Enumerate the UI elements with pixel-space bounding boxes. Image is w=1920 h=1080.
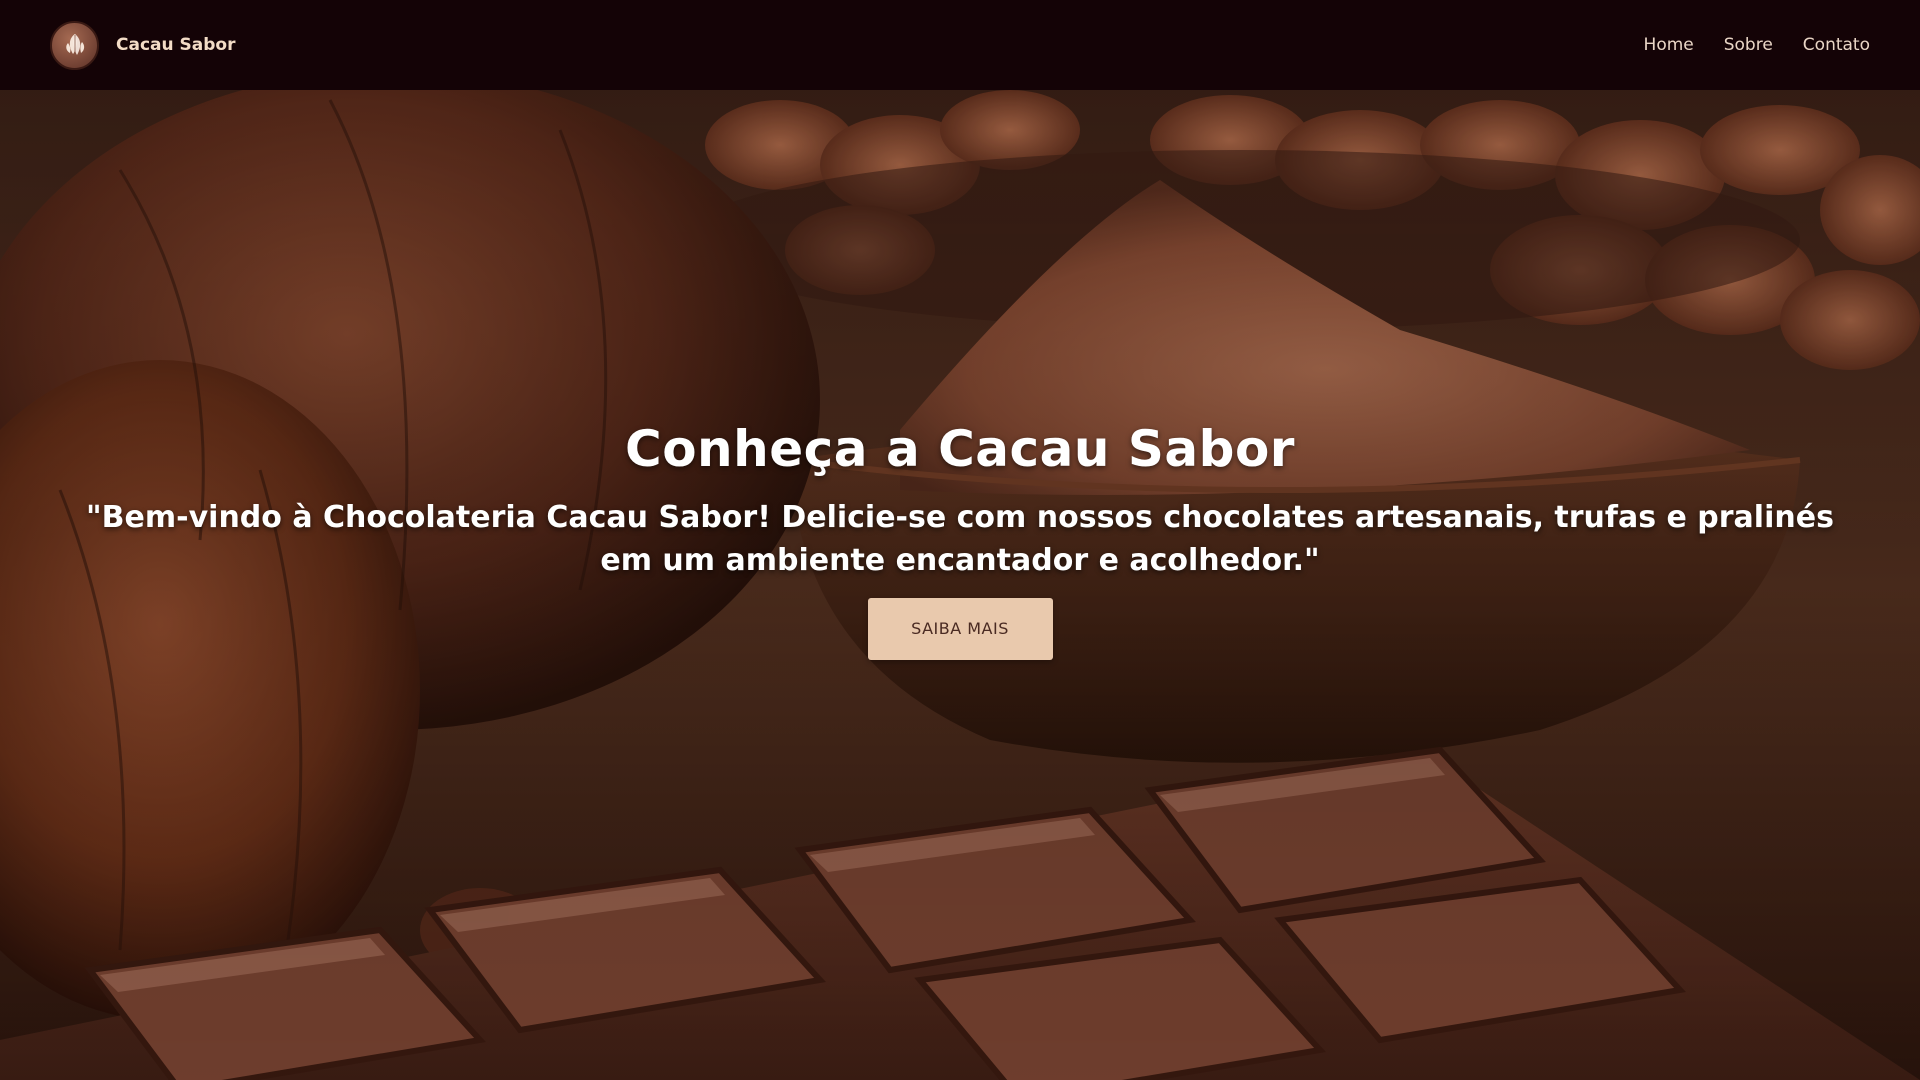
hero-title: Conheça a Cacau Sabor [625, 420, 1295, 478]
nav-link-contato[interactable]: Contato [1803, 35, 1870, 55]
hero-section: Conheça a Cacau Sabor "Bem-vindo à Choco… [0, 90, 1920, 1080]
nav-item-home: Home [1644, 35, 1694, 55]
hero-content: Conheça a Cacau Sabor "Bem-vindo à Choco… [0, 420, 1920, 660]
saiba-mais-button[interactable]: SAIBA MAIS [867, 598, 1053, 660]
brand[interactable]: Cacau Sabor [50, 20, 235, 70]
hero-tagline: "Bem-vindo à Chocolateria Cacau Sabor! D… [86, 500, 1834, 578]
nav-link-sobre[interactable]: Sobre [1724, 35, 1773, 55]
nav-item-contato: Contato [1803, 35, 1870, 55]
navbar: Cacau Sabor Home Sobre Contato [0, 0, 1920, 90]
brand-name[interactable]: Cacau Sabor [116, 35, 235, 55]
nav-link-home[interactable]: Home [1644, 35, 1694, 55]
nav-links: Home Sobre Contato [1644, 35, 1870, 55]
cacao-pod-logo-icon[interactable] [50, 20, 99, 70]
nav-item-sobre: Sobre [1724, 35, 1773, 55]
